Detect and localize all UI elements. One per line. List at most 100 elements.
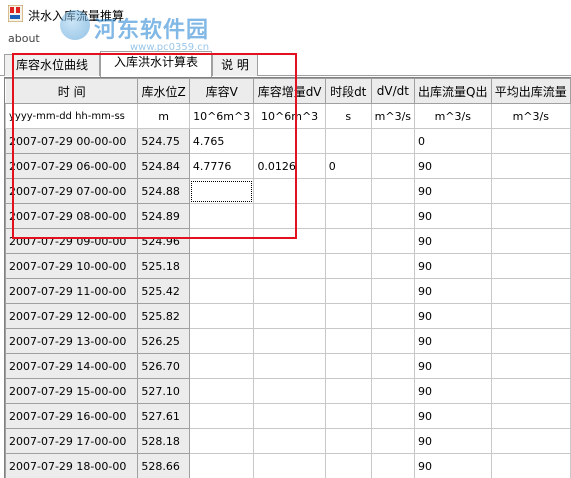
- table-cell[interactable]: [490, 128, 571, 154]
- table-cell[interactable]: 90: [414, 403, 492, 429]
- table-cell[interactable]: [324, 328, 372, 354]
- table-cell[interactable]: 90: [414, 353, 492, 379]
- table-cell[interactable]: [188, 303, 255, 329]
- table-cell[interactable]: [188, 428, 255, 454]
- table-cell[interactable]: 90: [414, 378, 492, 404]
- time-cell[interactable]: 2007-07-29 11-00-00: [5, 278, 139, 304]
- table-cell[interactable]: 4.765: [188, 128, 255, 154]
- table-cell[interactable]: [253, 253, 326, 279]
- table-cell[interactable]: 528.18: [137, 428, 190, 454]
- table-cell[interactable]: 0: [324, 153, 372, 179]
- time-cell[interactable]: 2007-07-29 09-00-00: [5, 228, 139, 254]
- table-cell[interactable]: [324, 178, 372, 204]
- table-cell[interactable]: 90: [414, 428, 492, 454]
- table-cell[interactable]: 90: [414, 178, 492, 204]
- table-cell[interactable]: [490, 453, 571, 478]
- time-cell[interactable]: 2007-07-29 08-00-00: [5, 203, 139, 229]
- table-cell[interactable]: [188, 403, 255, 429]
- table-cell[interactable]: [324, 228, 372, 254]
- time-cell[interactable]: 2007-07-29 06-00-00: [5, 153, 139, 179]
- table-cell[interactable]: [490, 228, 571, 254]
- table-cell[interactable]: [253, 203, 326, 229]
- table-cell[interactable]: [370, 153, 416, 179]
- table-cell[interactable]: [253, 378, 326, 404]
- table-cell[interactable]: [253, 453, 326, 478]
- table-cell[interactable]: 90: [414, 203, 492, 229]
- table-cell[interactable]: [370, 353, 416, 379]
- table-cell[interactable]: [253, 178, 326, 204]
- column-header[interactable]: 库容V: [188, 78, 255, 104]
- table-cell[interactable]: 527.61: [137, 403, 190, 429]
- time-cell[interactable]: 2007-07-29 13-00-00: [5, 328, 139, 354]
- column-header[interactable]: 时 间: [5, 78, 139, 104]
- table-cell[interactable]: [370, 303, 416, 329]
- table-cell[interactable]: [324, 378, 372, 404]
- table-cell[interactable]: [370, 203, 416, 229]
- table-cell[interactable]: [324, 253, 372, 279]
- time-cell[interactable]: 2007-07-29 15-00-00: [5, 378, 139, 404]
- table-cell[interactable]: [188, 453, 255, 478]
- table-cell[interactable]: 4.7776: [188, 153, 255, 179]
- table-cell[interactable]: 525.18: [137, 253, 190, 279]
- table-cell[interactable]: [370, 253, 416, 279]
- table-cell[interactable]: [370, 178, 416, 204]
- table-cell[interactable]: [188, 203, 255, 229]
- table-cell[interactable]: [253, 428, 326, 454]
- table-cell[interactable]: [253, 328, 326, 354]
- table-cell[interactable]: [490, 203, 571, 229]
- table-cell[interactable]: [188, 328, 255, 354]
- table-cell[interactable]: [253, 403, 326, 429]
- table-cell[interactable]: [253, 303, 326, 329]
- column-header[interactable]: 库容增量dV: [253, 78, 326, 104]
- table-cell[interactable]: [324, 278, 372, 304]
- table-cell[interactable]: 524.88: [137, 178, 190, 204]
- table-cell[interactable]: 90: [414, 153, 492, 179]
- table-cell[interactable]: [490, 153, 571, 179]
- table-cell[interactable]: 528.66: [137, 453, 190, 478]
- time-cell[interactable]: 2007-07-29 10-00-00: [5, 253, 139, 279]
- table-cell[interactable]: 90: [414, 328, 492, 354]
- table-cell[interactable]: [253, 128, 326, 154]
- tab-inflow-calc-table[interactable]: 入库洪水计算表: [100, 51, 212, 77]
- table-cell[interactable]: [253, 353, 326, 379]
- time-cell[interactable]: 2007-07-29 16-00-00: [5, 403, 139, 429]
- table-cell[interactable]: [370, 428, 416, 454]
- table-cell[interactable]: [324, 203, 372, 229]
- table-cell[interactable]: 0.0126: [253, 153, 326, 179]
- table-cell[interactable]: [324, 353, 372, 379]
- table-cell[interactable]: 90: [414, 453, 492, 478]
- table-cell[interactable]: 90: [414, 253, 492, 279]
- table-cell[interactable]: [188, 278, 255, 304]
- table-cell[interactable]: [490, 378, 571, 404]
- time-cell[interactable]: 2007-07-29 00-00-00: [5, 128, 139, 154]
- column-header[interactable]: dV/dt: [370, 78, 416, 104]
- table-cell[interactable]: [490, 328, 571, 354]
- table-cell[interactable]: 524.75: [137, 128, 190, 154]
- column-header[interactable]: 平均出库流量: [490, 78, 571, 104]
- table-cell[interactable]: [370, 403, 416, 429]
- time-cell[interactable]: 2007-07-29 07-00-00: [5, 178, 139, 204]
- table-cell[interactable]: [188, 178, 255, 204]
- table-cell[interactable]: [188, 353, 255, 379]
- table-cell[interactable]: [370, 278, 416, 304]
- table-cell[interactable]: [253, 228, 326, 254]
- table-cell[interactable]: [253, 278, 326, 304]
- tab-instructions[interactable]: 说 明: [212, 54, 258, 76]
- data-grid[interactable]: 时 间库水位Z 库容V 库容增量dV 时段dt dV/dt 出库流量Q出 平均出库流量 yy…: [4, 77, 571, 478]
- table-cell[interactable]: 524.84: [137, 153, 190, 179]
- table-cell[interactable]: [370, 378, 416, 404]
- table-cell[interactable]: [324, 128, 372, 154]
- table-cell[interactable]: 0: [414, 128, 492, 154]
- table-cell[interactable]: [370, 328, 416, 354]
- table-cell[interactable]: [370, 453, 416, 478]
- time-cell[interactable]: 2007-07-29 12-00-00: [5, 303, 139, 329]
- table-cell[interactable]: [188, 378, 255, 404]
- table-cell[interactable]: [324, 428, 372, 454]
- table-cell[interactable]: [188, 228, 255, 254]
- time-cell[interactable]: 2007-07-29 18-00-00: [5, 453, 139, 478]
- table-cell[interactable]: 524.89: [137, 203, 190, 229]
- table-cell[interactable]: [370, 228, 416, 254]
- table-cell[interactable]: [490, 428, 571, 454]
- column-header[interactable]: 库水位Z: [137, 78, 190, 104]
- table-cell[interactable]: [324, 403, 372, 429]
